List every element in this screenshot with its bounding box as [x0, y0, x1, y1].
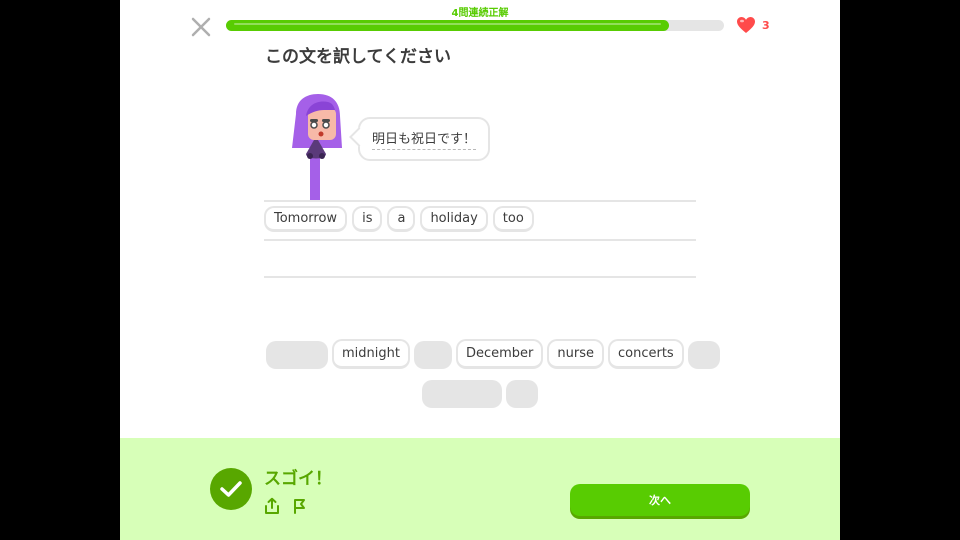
word-bank-empty-slot — [422, 380, 502, 408]
feedback-title: スゴイ！ — [264, 469, 332, 489]
flag-icon — [294, 499, 305, 514]
report-button[interactable] — [291, 497, 309, 515]
answer-word-chip[interactable]: too — [492, 206, 534, 232]
sentence-to-translate[interactable]: 明日も祝日です！ — [372, 128, 477, 150]
character-illustration — [288, 94, 348, 202]
word-bank-empty-slot — [266, 341, 328, 369]
word-bank-chip[interactable]: midnight — [332, 339, 410, 369]
page-title: この文を訳してください — [265, 47, 451, 67]
answer-line-top — [264, 200, 696, 202]
next-button[interactable]: 次へ — [570, 484, 750, 516]
correct-badge — [210, 468, 252, 510]
word-bank-chip[interactable]: December — [455, 339, 544, 369]
share-icon — [265, 497, 279, 514]
streak-label: 4問連続正解 — [451, 8, 509, 19]
word-bank-empty-slot — [413, 341, 452, 369]
close-icon — [191, 17, 211, 37]
word-bank-row-2 — [422, 378, 538, 408]
answer-line-2 — [264, 276, 696, 278]
lesson-screen: 4問連続正解 3 この文を訳してください 明日も祝日です！ Tomorrow i… — [120, 0, 840, 540]
close-button[interactable] — [190, 16, 212, 38]
answer-word-chip[interactable]: holiday — [420, 206, 488, 232]
answer-word-chip[interactable]: is — [352, 206, 383, 232]
speech-bubble: 明日も祝日です！ — [349, 117, 491, 161]
word-bank-chip[interactable]: nurse — [547, 339, 604, 369]
answer-word-chip[interactable]: a — [387, 206, 416, 232]
hearts-count: 3 — [762, 18, 770, 32]
progress-fill — [226, 20, 670, 31]
checkmark-icon — [220, 481, 242, 497]
share-button[interactable] — [263, 497, 281, 515]
hearts-counter[interactable]: 3 — [736, 16, 770, 34]
heart-icon — [737, 17, 755, 33]
answer-word-chip[interactable]: Tomorrow — [264, 206, 348, 232]
lesson-progress-bar — [226, 20, 724, 31]
word-bank-chip[interactable]: concerts — [608, 339, 684, 369]
feedback-footer: スゴイ！ 次へ — [120, 438, 840, 540]
word-bank-row-1: midnight December nurse concerts — [266, 339, 720, 369]
word-bank-empty-slot — [687, 341, 720, 369]
answer-line-1 — [264, 239, 696, 241]
word-bank-empty-slot — [506, 380, 538, 408]
answer-area: Tomorrow is a holiday too — [264, 206, 534, 232]
